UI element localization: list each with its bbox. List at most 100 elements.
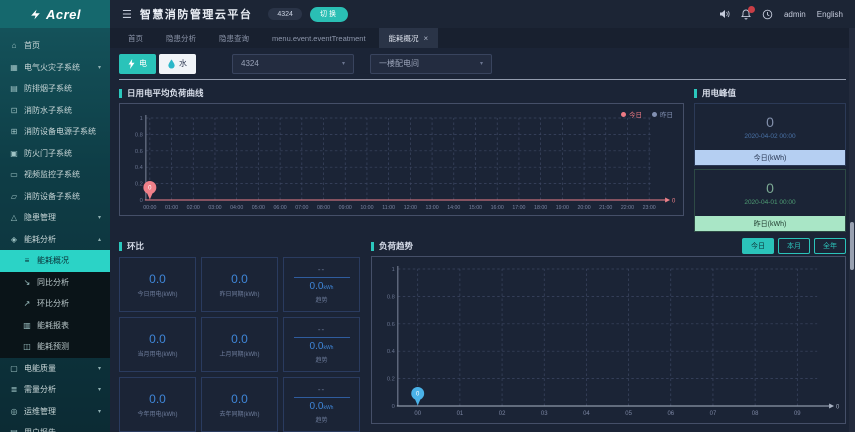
energy-forecast-icon: ◫ xyxy=(23,342,31,352)
sidebar-item-fire-power[interactable]: ⊞ 消防设备电源子系统 xyxy=(0,121,110,143)
tab-能耗概况[interactable]: 能耗概况 × xyxy=(378,28,439,48)
video-monitor-icon: ▭ xyxy=(10,170,18,180)
sidebar-item-video-monitor[interactable]: ▭ 视频监控子系统 xyxy=(0,164,110,186)
sidebar-item-demand-analysis[interactable]: ≣ 需量分析 ▾ xyxy=(0,379,110,401)
sidebar-item-energy-report[interactable]: ▥ 能耗报表 xyxy=(0,314,110,336)
sidebar-item-yoy-analysis[interactable]: ↘ 同比分析 xyxy=(0,271,110,293)
notification-badge xyxy=(747,5,755,13)
trend-divider xyxy=(293,277,350,278)
load-trend-range-buttons: 今日 本月 全年 xyxy=(742,238,846,254)
clock-icon[interactable] xyxy=(762,9,773,20)
scrollbar-thumb[interactable] xyxy=(850,222,854,270)
username-label[interactable]: admin xyxy=(784,10,806,19)
tab-label: menu.event.eventTreatment xyxy=(272,33,366,43)
room-select-value: 一楼配电间 xyxy=(379,59,419,68)
svg-text:20:00: 20:00 xyxy=(577,205,590,211)
speaker-icon[interactable] xyxy=(719,9,730,19)
range-button-今日[interactable]: 今日 xyxy=(742,238,774,254)
trend-placeholder: -- xyxy=(317,385,326,394)
switch-button[interactable]: 切换 xyxy=(309,6,348,22)
huanbi-section: 环比 0.0 今日用电(kWh) 0.0 昨日同期(kWh) -- 0.0kWh 趋势 0.0… xyxy=(119,239,361,432)
sidebar-item-energy-overview[interactable]: ≡ 能耗概况 xyxy=(0,250,110,272)
trend-divider xyxy=(293,337,350,338)
sidebar-item-fire-water[interactable]: ⊡ 消防水子系统 xyxy=(0,100,110,122)
sidebar-item-energy-forecast[interactable]: ◫ 能耗预测 xyxy=(0,336,110,358)
huanbi-value: 0.0 xyxy=(231,331,248,346)
range-button-本月[interactable]: 本月 xyxy=(778,238,810,254)
tab-label: 隐患分析 xyxy=(166,33,196,43)
svg-text:0.6: 0.6 xyxy=(135,149,143,155)
huanbi-card: 0.0 上月同期(kWh) xyxy=(201,317,278,372)
tab-menu.event.eventTreatment[interactable]: menu.event.eventTreatment xyxy=(262,28,376,48)
legend-item-今日[interactable]: 今日 xyxy=(621,109,642,119)
tab-隐患查询[interactable]: 隐患查询 xyxy=(209,28,259,48)
peak-card-yesterday: 0 2020-04-01 00:00 昨日(kWh) xyxy=(694,169,846,232)
svg-text:01: 01 xyxy=(457,411,464,417)
device-select[interactable]: 4324 ▾ xyxy=(232,53,354,74)
sidebar-item-label: 能耗概况 xyxy=(37,256,69,266)
tab-隐患分析[interactable]: 隐患分析 xyxy=(156,28,206,48)
close-icon[interactable]: × xyxy=(424,34,429,43)
water-toggle-button[interactable]: 水 xyxy=(159,53,196,74)
sidebar-item-label: 首页 xyxy=(24,41,40,51)
svg-text:15:00: 15:00 xyxy=(469,205,482,211)
sidebar-item-home[interactable]: ⌂ 首页 xyxy=(0,35,110,57)
huanbi-label: 昨日同期(kWh) xyxy=(219,291,260,298)
logo-text: Acrel xyxy=(45,6,82,22)
svg-text:12:00: 12:00 xyxy=(404,205,417,211)
electric-toggle-button[interactable]: 电 xyxy=(119,53,156,74)
app-logo: Acrel xyxy=(0,0,110,28)
huanbi-label: 上月同期(kWh) xyxy=(219,351,260,358)
mom-analysis-icon: ↗ xyxy=(23,299,31,309)
sidebar-item-user-report[interactable]: ▤ 用户报告 xyxy=(0,422,110,432)
load-trend-chart[interactable]: 00.20.40.60.8100 01 02 03 04 05 06 07 08 0900 xyxy=(372,257,845,423)
sidebar-item-label: 防火门子系统 xyxy=(24,148,72,158)
sidebar-item-label: 用户报告 xyxy=(24,427,56,432)
sidebar-item-smoke-control[interactable]: ▤ 防排烟子系统 xyxy=(0,78,110,100)
legend-dot xyxy=(621,111,626,117)
huanbi-value: 0.0 xyxy=(231,391,248,406)
chevron-down-icon: ▾ xyxy=(97,64,101,71)
sidebar-collapse-icon[interactable]: ☰ xyxy=(122,8,132,21)
sidebar-item-label: 消防设备电源子系统 xyxy=(24,127,96,137)
legend-label: 今日 xyxy=(629,112,642,119)
sidebar-item-label: 视频监控子系统 xyxy=(24,170,80,180)
tab-label: 隐患查询 xyxy=(219,33,249,43)
trend-value: 0.0kWh xyxy=(309,401,334,412)
room-select[interactable]: 一楼配电间 ▾ xyxy=(370,53,492,74)
chevron-down-icon: ▾ xyxy=(97,387,101,394)
sidebar-item-ops-mgmt[interactable]: ◎ 运维管理 ▾ xyxy=(0,401,110,423)
svg-text:08:00: 08:00 xyxy=(317,205,330,211)
sidebar-item-fire-door[interactable]: ▣ 防火门子系统 xyxy=(0,143,110,165)
sidebar-item-hazard-mgmt[interactable]: △ 隐患管理 ▾ xyxy=(0,207,110,229)
sidebar-item-power-quality[interactable]: ▢ 电能质量 ▾ xyxy=(0,358,110,380)
svg-text:08: 08 xyxy=(752,411,759,417)
peak-title: 用电峰值 xyxy=(702,88,737,98)
daily-load-chart[interactable]: 0 0.2 0.4 0.6 0.8 1 00:00 01:00 02:00 03:00 04:00 0… xyxy=(120,104,683,215)
tab-label: 首页 xyxy=(128,33,143,43)
fire-power-icon: ⊞ xyxy=(10,127,18,137)
bell-icon[interactable] xyxy=(741,5,755,20)
tab-首页[interactable]: 首页 xyxy=(118,28,153,48)
svg-text:07:00: 07:00 xyxy=(295,205,308,211)
svg-text:03:00: 03:00 xyxy=(208,205,221,211)
sidebar-item-mom-analysis[interactable]: ↗ 环比分析 xyxy=(0,293,110,315)
huanbi-label: 今日用电(kWh) xyxy=(137,291,178,298)
language-switch[interactable]: English xyxy=(817,10,843,19)
svg-text:04: 04 xyxy=(583,411,590,417)
legend-item-昨日[interactable]: 昨日 xyxy=(652,109,673,119)
trend-placeholder: -- xyxy=(317,265,326,274)
sidebar-item-fire-device[interactable]: ▱ 消防设备子系统 xyxy=(0,186,110,208)
range-button-全年[interactable]: 全年 xyxy=(814,238,846,254)
huanbi-card: 0.0 昨日同期(kWh) xyxy=(201,257,278,312)
sidebar-item-electrical-fire[interactable]: ▦ 电气火灾子系统 ▾ xyxy=(0,57,110,79)
sidebar-item-energy-analysis[interactable]: ◈ 能耗分析 ▴ xyxy=(0,229,110,251)
energy-overview-icon: ≡ xyxy=(24,256,30,266)
section-accent-bar xyxy=(694,88,697,98)
fire-door-icon: ▣ xyxy=(10,148,18,158)
daily-load-section: 日用电平均负荷曲线 今日 昨日 0 0.2 0.4 0.6 0.8 1 00:00 01:00 0… xyxy=(119,86,684,232)
device-select-value: 4324 xyxy=(241,59,259,68)
tab-label: 能耗概况 xyxy=(388,33,419,43)
svg-text:0: 0 xyxy=(836,404,840,410)
energy-report-icon: ▥ xyxy=(23,320,31,330)
